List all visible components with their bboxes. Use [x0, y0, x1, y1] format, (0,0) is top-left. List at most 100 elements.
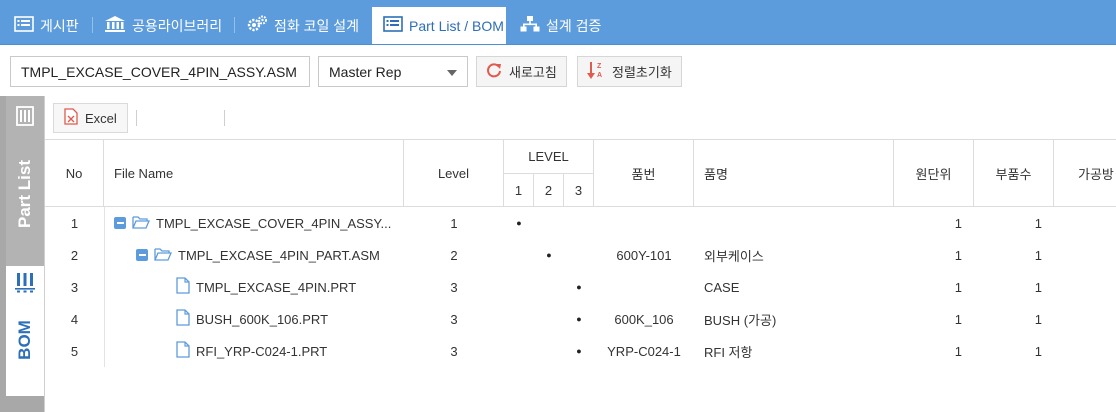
- part-list-icon: [16, 106, 34, 129]
- cell-part-no: [594, 271, 694, 303]
- cell-file-name: TMPL_EXCASE_4PIN_PART.ASM: [104, 239, 404, 271]
- tab-board-label: 게시판: [40, 17, 79, 34]
- cell-level: 2: [450, 247, 458, 263]
- refresh-icon: [486, 62, 502, 81]
- column-header-level-group: LEVEL: [504, 140, 594, 174]
- representation-select[interactable]: Master Rep: [318, 56, 468, 87]
- side-tab-part-list-label: Part List: [15, 159, 34, 229]
- side-tab-part-list[interactable]: Part List: [6, 96, 44, 266]
- cell-unit: 1: [954, 279, 962, 295]
- tab-library[interactable]: 공용라이브러리: [104, 7, 222, 44]
- bom-panel: Excel No File Name Level LEVEL 1 2 3 품번 …: [44, 96, 1116, 412]
- file-name-text: BUSH_600K_106.PRT: [196, 311, 329, 327]
- cell-part-name: RFI 저항: [704, 344, 753, 360]
- board-icon: [14, 16, 34, 35]
- cell-no: 4: [70, 311, 79, 327]
- tab-divider: [234, 17, 235, 33]
- table-row[interactable]: 3 TMPL_EXCASE_4PIN.PRT 3 ● CASE 1 1: [45, 271, 1116, 303]
- toolbar-divider: [224, 110, 225, 126]
- cell-level: 3: [450, 311, 458, 327]
- column-header-file-name[interactable]: File Name: [104, 140, 404, 207]
- svg-text:A: A: [597, 72, 602, 79]
- cell-part-name: 외부케이스: [704, 248, 764, 264]
- tab-design-verification[interactable]: 설계 검증: [520, 7, 601, 44]
- excel-export-button[interactable]: Excel: [53, 103, 128, 133]
- cell-quantity: 1: [1034, 343, 1042, 359]
- column-header-part-no[interactable]: 품번: [594, 140, 694, 207]
- cell-quantity: 1: [1034, 215, 1042, 231]
- cell-quantity: 1: [1034, 247, 1042, 263]
- tab-board[interactable]: 게시판: [14, 7, 79, 44]
- toolbar-divider: [136, 110, 137, 126]
- file-icon: [176, 341, 190, 361]
- column-header-unit[interactable]: 원단위: [894, 140, 974, 207]
- column-header-level-3[interactable]: 3: [564, 174, 594, 207]
- column-header-process[interactable]: 가공방: [1054, 140, 1116, 207]
- grid-toolbar: Excel: [45, 96, 1116, 140]
- cell-part-no: YRP-C024-1: [607, 343, 681, 359]
- cell-no: 5: [70, 343, 79, 359]
- cell-file-name: BUSH_600K_106.PRT: [104, 303, 404, 335]
- file-name-text: TMPL_EXCASE_COVER_4PIN_ASSY...: [156, 215, 392, 231]
- excel-export-label: Excel: [85, 110, 117, 126]
- level-marker-icon: ●: [516, 218, 522, 228]
- chevron-down-icon: [447, 70, 457, 76]
- cell-quantity: 1: [1034, 311, 1042, 327]
- file-name-text: TMPL_EXCASE_4PIN.PRT: [196, 279, 357, 295]
- tab-part-list-bom[interactable]: Part List / BOM: [372, 7, 506, 44]
- table-row[interactable]: 5 RFI_YRP-C024-1.PRT 3 ● YRP-C024-1 RFI 저항 1 1: [45, 335, 1116, 367]
- cell-level: 3: [450, 343, 458, 359]
- column-header-quantity[interactable]: 부품수: [974, 140, 1054, 207]
- file-name-text: TMPL_EXCASE_4PIN_PART.ASM: [178, 247, 380, 263]
- svg-text:Z: Z: [597, 63, 602, 70]
- level-marker-icon: ●: [576, 346, 582, 356]
- folder-open-icon: [154, 247, 172, 264]
- column-header-level[interactable]: Level: [404, 140, 504, 207]
- tree-icon: [520, 15, 540, 36]
- level-marker-icon: ●: [546, 250, 552, 260]
- assembly-file-input[interactable]: [10, 56, 310, 87]
- level-marker-icon: ●: [576, 282, 582, 292]
- column-header-level-1[interactable]: 1: [504, 174, 534, 207]
- cell-part-no: 600K_106: [614, 311, 674, 327]
- gears-icon: [246, 15, 268, 36]
- refresh-button-label: 새로고침: [509, 65, 557, 80]
- column-header-no[interactable]: No: [45, 140, 104, 207]
- sort-reset-button-label: 정렬초기화: [612, 65, 672, 80]
- table-row[interactable]: 2 TMPL_EXCASE_4PIN_PART.ASM 2 ● 600Y-101 외부케이…: [45, 239, 1116, 271]
- cell-unit: 1: [954, 343, 962, 359]
- library-icon: [104, 15, 126, 36]
- collapse-toggle-icon[interactable]: [136, 249, 148, 261]
- tab-ignition-coil-design-label: 점화 코일 설계: [274, 17, 360, 34]
- excel-file-icon: [64, 108, 78, 128]
- list-icon: [383, 16, 403, 35]
- table-row[interactable]: 4 BUSH_600K_106.PRT 3 ● 600K_106 BUSH (가공) 1 1: [45, 303, 1116, 335]
- sort-az-icon: ZA: [587, 60, 605, 83]
- main-tab-bar: 게시판 공용라이브러리 점화 코일 설계 Part List / BOM 설계 …: [0, 0, 1116, 44]
- refresh-button[interactable]: 새로고침: [476, 56, 567, 87]
- cell-file-name: TMPL_EXCASE_COVER_4PIN_ASSY...: [104, 207, 404, 239]
- cell-part-no: 600Y-101: [616, 247, 672, 263]
- table-row[interactable]: 1 TMPL_EXCASE_COVER_4PIN_ASSY... 1 ● 1 1: [45, 207, 1116, 239]
- side-tab-bom-label: BOM: [15, 320, 35, 360]
- sort-reset-button[interactable]: ZA 정렬초기화: [577, 56, 682, 87]
- cell-unit: 1: [954, 215, 962, 231]
- tab-design-verification-label: 설계 검증: [546, 17, 602, 34]
- cell-part-name: BUSH (가공): [704, 312, 777, 328]
- representation-select-value: Master Rep: [329, 63, 402, 80]
- tab-library-label: 공용라이브러리: [132, 17, 223, 34]
- file-name-text: RFI_YRP-C024-1.PRT: [196, 343, 328, 359]
- folder-open-icon: [132, 215, 150, 232]
- bom-icon: [14, 272, 36, 297]
- column-header-level-2[interactable]: 2: [534, 174, 564, 207]
- cell-file-name: RFI_YRP-C024-1.PRT: [104, 335, 404, 367]
- cell-part-name: CASE: [704, 279, 740, 295]
- cell-no: 2: [70, 247, 79, 263]
- collapse-toggle-icon[interactable]: [114, 217, 126, 229]
- cell-no: 3: [70, 279, 79, 295]
- column-header-part-name[interactable]: 품명: [694, 140, 894, 207]
- side-tab-bom[interactable]: BOM: [6, 266, 44, 396]
- tab-ignition-coil-design[interactable]: 점화 코일 설계: [246, 7, 359, 44]
- file-icon: [176, 309, 190, 329]
- cell-unit: 1: [954, 311, 962, 327]
